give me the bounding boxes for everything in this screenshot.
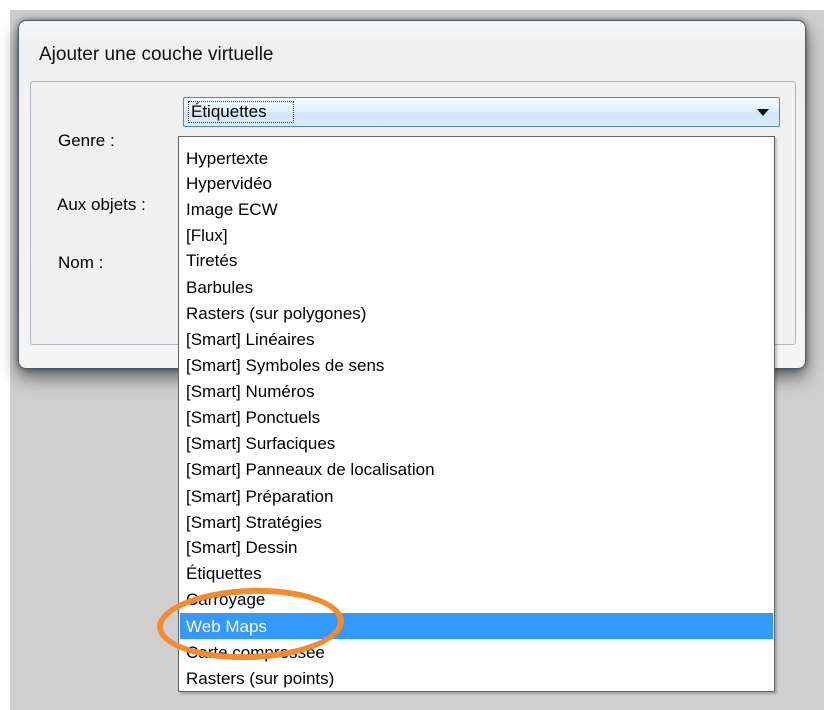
dropdown-option[interactable]: Web Maps bbox=[180, 613, 773, 639]
dropdown-option[interactable]: Rasters (sur polygones) bbox=[180, 300, 773, 326]
dropdown-option[interactable]: Hypertexte bbox=[180, 145, 773, 171]
screenshot-canvas: Ajouter une couche virtuelle Genre : Aux… bbox=[0, 0, 824, 710]
dropdown-option[interactable]: Rasters (sur points) bbox=[180, 665, 773, 691]
genre-label: Genre : bbox=[58, 131, 115, 150]
dropdown-option[interactable]: Barbules bbox=[180, 274, 773, 300]
dropdown-option[interactable]: Carroyage bbox=[180, 586, 773, 612]
dropdown-option-label: Étiquettes bbox=[186, 564, 262, 583]
dropdown-option-label: [Smart] Préparation bbox=[186, 487, 334, 506]
name-label: Nom : bbox=[58, 253, 104, 272]
dropdown-option-label: [Flux] bbox=[186, 226, 228, 245]
dropdown-option[interactable]: Étiquettes bbox=[180, 560, 773, 586]
dropdown-option[interactable]: [Smart] Ponctuels bbox=[180, 404, 773, 430]
dropdown-option[interactable]: [Smart] Symboles de sens bbox=[180, 352, 773, 378]
objects-label: Aux objets : bbox=[57, 195, 146, 214]
dialog-title: Ajouter une couche virtuelle bbox=[39, 44, 274, 65]
dropdown-option-label: Carte compressée bbox=[186, 643, 325, 662]
genre-combobox-value: Étiquettes bbox=[191, 102, 267, 121]
dropdown-option-label: Barbules bbox=[186, 278, 254, 297]
dropdown-option[interactable]: [Smart] Numéros bbox=[180, 378, 773, 404]
chevron-down-icon[interactable] bbox=[757, 109, 769, 116]
dropdown-option[interactable]: [Flux] bbox=[180, 222, 773, 248]
dropdown-option-label: [Smart] Panneaux de localisation bbox=[186, 460, 435, 479]
dropdown-option[interactable]: Image ECW bbox=[180, 196, 773, 222]
dropdown-option[interactable]: [Smart] Linéaires bbox=[180, 326, 773, 352]
dropdown-option-label: Web Maps bbox=[186, 617, 267, 636]
dropdown-option-label: [Smart] Stratégies bbox=[186, 513, 323, 532]
dropdown-option-label: [Smart] Linéaires bbox=[186, 330, 315, 349]
dropdown-option[interactable]: Hypervidéo bbox=[180, 170, 773, 196]
dropdown-option-label: Rasters (sur polygones) bbox=[186, 304, 367, 323]
dropdown-option-label: Hypertexte bbox=[186, 149, 269, 168]
dropdown-option-label: Tiretés bbox=[186, 251, 238, 270]
dropdown-option[interactable]: [Smart] Préparation bbox=[180, 483, 773, 509]
dropdown-option-label: Image ECW bbox=[186, 200, 278, 219]
dropdown-option[interactable]: [Smart] Stratégies bbox=[180, 509, 773, 535]
genre-combobox[interactable]: Étiquettes bbox=[183, 97, 780, 127]
genre-dropdown-list[interactable]: Hypertexte Hypervidéo Image ECW [Flux] Tiret… bbox=[178, 136, 775, 692]
dropdown-option[interactable]: [Smart] Panneaux de localisation bbox=[180, 456, 773, 482]
dropdown-option[interactable]: [Smart] Dessin bbox=[180, 534, 773, 560]
dropdown-option-label: [Smart] Ponctuels bbox=[186, 408, 321, 427]
dropdown-option[interactable]: Tiretés bbox=[180, 247, 773, 273]
dropdown-option[interactable]: [Smart] Surfaciques bbox=[180, 430, 773, 456]
dropdown-option-label: Rasters (sur points) bbox=[186, 669, 335, 688]
dropdown-option-label: [Smart] Surfaciques bbox=[186, 434, 336, 453]
dropdown-option-label: Hypervidéo bbox=[186, 174, 272, 193]
dropdown-option[interactable]: Carte compressée bbox=[180, 639, 773, 665]
dropdown-option-label: [Smart] Numéros bbox=[186, 382, 315, 401]
dropdown-option-label: [Smart] Dessin bbox=[186, 538, 298, 557]
dropdown-option-label: Carroyage bbox=[186, 590, 266, 609]
dropdown-option-label: [Smart] Symboles de sens bbox=[186, 356, 385, 375]
